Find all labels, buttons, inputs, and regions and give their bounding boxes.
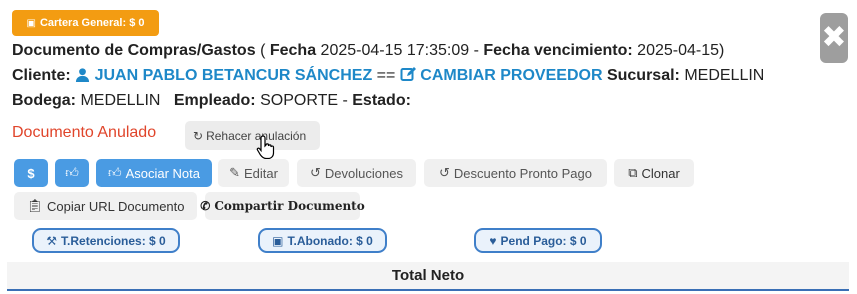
document-header-line: Documento de Compras/Gastos ( Fecha 2025… <box>12 42 725 59</box>
close-button[interactable]: ✖ <box>820 13 848 63</box>
total-abonado-badge[interactable]: ▣ T.Abonado: $ 0 <box>258 228 387 253</box>
hand-cursor-icon <box>256 135 275 160</box>
cliente-name: JUAN PABLO BETANCUR SÁNCHEZ <box>94 67 373 84</box>
empleado-value: SOPORTE <box>260 92 339 109</box>
heart-icon: ♥ <box>489 233 497 248</box>
pend-pago-label: Pend Pago: $ 0 <box>500 233 587 248</box>
cambiar-proveedor-link[interactable]: CAMBIAR PROVEEDOR <box>400 67 607 84</box>
close-icon: ✖ <box>821 21 847 54</box>
pend-pago-badge[interactable]: ♥ Pend Pago: $ 0 <box>474 228 602 253</box>
editar-button[interactable]: ✎ Editar <box>218 159 289 187</box>
editar-label: Editar <box>243 165 278 181</box>
fecha-label: Fecha <box>269 42 317 59</box>
fecha-vencimiento-value: 2025-04-15 <box>637 42 720 59</box>
documento-anulado-status: Documento Anulado <box>12 124 157 141</box>
devoluciones-button[interactable]: ↺ Devoluciones <box>297 159 416 187</box>
fecha-value: 2025-04-15 17:35:09 <box>320 42 470 59</box>
descuento-pronto-pago-label: Descuento Pronto Pago <box>453 165 592 181</box>
gavel-icon: ⚒ <box>46 233 58 248</box>
compartir-documento-button[interactable]: ✆ Compartir Documento <box>200 192 365 220</box>
document-type: Documento de Compras/Gastos <box>12 42 256 59</box>
paren-close: ) <box>719 42 725 59</box>
clipboard-icon: 📋︎ <box>26 198 43 213</box>
money-bill-icon: ▣ <box>272 233 284 248</box>
aprobar-button[interactable]: 👍︎ <box>55 159 89 187</box>
thumbs-up-icon: 👍︎ <box>107 165 122 180</box>
bodega-label: Bodega: <box>12 92 76 109</box>
devoluciones-label: Devoluciones <box>324 165 403 181</box>
money-icon: ▣ <box>26 17 36 29</box>
copy-icon: ⧉ <box>628 165 638 180</box>
whatsapp-icon: ✆ <box>200 199 211 213</box>
cliente-label: Cliente: <box>12 67 71 84</box>
copiar-url-button[interactable]: 📋︎ Copiar URL Documento <box>14 192 197 220</box>
total-neto-header: Total Neto <box>7 262 849 291</box>
total-abonado-label: T.Abonado: $ 0 <box>287 233 373 248</box>
clonar-button[interactable]: ⧉ Clonar <box>614 159 694 187</box>
cartera-general-badge[interactable]: ▣ Cartera General: $ 0 <box>12 10 159 36</box>
total-retenciones-badge[interactable]: ⚒ T.Retenciones: $ 0 <box>32 228 180 253</box>
refresh-icon: ↻ <box>193 128 204 143</box>
thumbs-up-icon: 👍︎ <box>65 165 79 180</box>
asociar-nota-label: Asociar Nota <box>125 165 200 181</box>
edit-icon <box>400 67 416 81</box>
undo-icon: ↺ <box>439 165 450 180</box>
clonar-label: Clonar <box>641 165 680 181</box>
user-icon <box>76 68 90 82</box>
undo-icon: ↺ <box>310 165 321 180</box>
descuento-pronto-pago-button[interactable]: ↺ Descuento Pronto Pago <box>424 159 607 187</box>
compartir-documento-label: Compartir Documento <box>214 199 365 213</box>
total-retenciones-label: T.Retenciones: $ 0 <box>61 233 166 248</box>
pagar-button[interactable]: $ <box>14 159 48 187</box>
cliente-link[interactable]: JUAN PABLO BETANCUR SÁNCHEZ <box>75 67 377 84</box>
dollar-label: $ <box>27 165 35 181</box>
bodega-value: MEDELLIN <box>80 92 161 109</box>
cliente-line: Cliente: JUAN PABLO BETANCUR SÁNCHEZ == … <box>12 66 764 85</box>
separator: == <box>376 67 396 84</box>
bodega-line: Bodega: MEDELLIN Empleado: SOPORTE - Est… <box>12 92 411 109</box>
sucursal-label: Sucursal: <box>606 67 680 84</box>
estado-label: Estado: <box>352 92 411 109</box>
cambiar-proveedor-label: CAMBIAR PROVEEDOR <box>420 67 603 84</box>
paren-open: ( <box>260 42 266 59</box>
cartera-general-label: Cartera General: $ 0 <box>39 17 145 29</box>
rehacer-anulacion-button[interactable]: ↻ Rehacer anulación <box>185 121 320 150</box>
total-neto-label: Total Neto <box>391 267 465 284</box>
sucursal-value: MEDELLIN <box>684 67 765 84</box>
copiar-url-label: Copiar URL Documento <box>46 198 185 214</box>
pencil-icon: ✎ <box>229 165 240 180</box>
asociar-nota-button[interactable]: 👍︎ Asociar Nota <box>96 159 212 187</box>
fecha-vencimiento-label: Fecha vencimiento: <box>483 42 633 59</box>
empleado-label: Empleado: <box>173 92 256 109</box>
